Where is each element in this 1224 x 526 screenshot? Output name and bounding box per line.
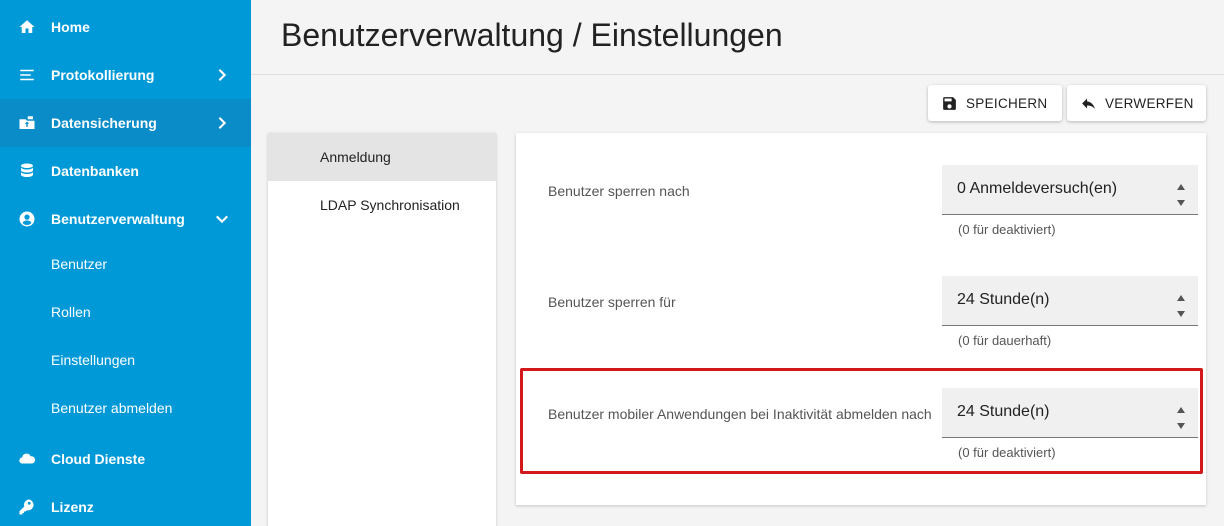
- sidebar-item-label: Einstellungen: [51, 352, 136, 368]
- sidebar-item-label: Protokollierung: [51, 67, 155, 83]
- save-button-label: SPEICHERN: [966, 95, 1048, 111]
- mobile-inactivity-logout-value: 24 Stunde(n): [957, 403, 1050, 420]
- undo-icon: [1079, 94, 1097, 112]
- sidebar-item-label: Datensicherung: [51, 115, 157, 131]
- chevron-down-icon: [214, 211, 230, 227]
- decrement-arrow-icon[interactable]: [1176, 194, 1186, 206]
- sidebar-item-label: Benutzer abmelden: [51, 400, 173, 416]
- increment-arrow-icon[interactable]: [1176, 289, 1186, 301]
- sidebar-item-label: Cloud Dienste: [51, 451, 146, 467]
- lock-duration-label: Benutzer sperren für: [548, 294, 676, 310]
- sidebar-item-label: Benutzer: [51, 256, 108, 272]
- lock-after-stepper[interactable]: 0 Anmeldeversuch(en): [942, 165, 1198, 215]
- mobile-inactivity-logout-hint: (0 für deaktiviert): [958, 445, 1056, 460]
- page-title: Benutzerverwaltung / Einstellungen: [281, 17, 783, 53]
- increment-arrow-icon[interactable]: [1176, 401, 1186, 413]
- sidebar-subitem-benutzer-abmelden[interactable]: Benutzer abmelden: [0, 384, 251, 432]
- sidebar-item-label: Home: [51, 19, 90, 35]
- increment-arrow-icon[interactable]: [1176, 178, 1186, 190]
- lock-after-value: 0 Anmeldeversuch(en): [957, 180, 1118, 197]
- key-icon: [17, 497, 37, 517]
- backup-icon: [17, 113, 37, 133]
- lock-duration-hint: (0 für dauerhaft): [958, 333, 1052, 348]
- database-icon: [17, 161, 37, 181]
- settings-submenu: Anmeldung LDAP Synchronisation: [268, 133, 496, 526]
- sidebar-subitem-benutzer[interactable]: Benutzer: [0, 240, 251, 288]
- user-circle-icon: [17, 209, 37, 229]
- sidebar-item-datensicherung[interactable]: Datensicherung: [0, 99, 251, 147]
- lock-duration-stepper[interactable]: 24 Stunde(n): [942, 276, 1198, 326]
- page-header: Benutzerverwaltung / Einstellungen: [251, 0, 1224, 75]
- mobile-inactivity-logout-label: Benutzer mobiler Anwendungen bei Inaktiv…: [548, 406, 932, 422]
- mobile-inactivity-logout-stepper[interactable]: 24 Stunde(n): [942, 388, 1198, 438]
- sidebar-item-protokollierung[interactable]: Protokollierung: [0, 51, 251, 99]
- sidebar-subitem-einstellungen[interactable]: Einstellungen: [0, 336, 251, 384]
- save-button[interactable]: SPEICHERN: [928, 85, 1062, 121]
- discard-button[interactable]: VERWERFEN: [1067, 85, 1206, 121]
- settings-panel: Benutzer sperren nach 0 Anmeldeversuch(e…: [516, 133, 1206, 505]
- sidebar: Home Protokollierung Datensicherung Date…: [0, 0, 251, 526]
- sidebar-item-benutzerverwaltung[interactable]: Benutzerverwaltung: [0, 195, 251, 243]
- chevron-right-icon: [214, 115, 230, 131]
- sidebar-item-lizenz[interactable]: Lizenz: [0, 483, 251, 526]
- sidebar-item-datenbanken[interactable]: Datenbanken: [0, 147, 251, 195]
- submenu-item-ldap-synchronisation[interactable]: LDAP Synchronisation: [268, 181, 496, 229]
- sidebar-item-label: Benutzerverwaltung: [51, 211, 185, 227]
- chevron-right-icon: [214, 67, 230, 83]
- sidebar-item-cloud-dienste[interactable]: Cloud Dienste: [0, 435, 251, 483]
- submenu-item-label: Anmeldung: [320, 149, 391, 165]
- sidebar-item-label: Datenbanken: [51, 163, 139, 179]
- list-icon: [17, 65, 37, 85]
- floppy-disk-icon: [940, 94, 958, 112]
- sidebar-item-home[interactable]: Home: [0, 3, 251, 51]
- cloud-icon: [17, 449, 37, 469]
- sidebar-subitem-rollen[interactable]: Rollen: [0, 288, 251, 336]
- sidebar-item-label: Rollen: [51, 304, 91, 320]
- lock-duration-value: 24 Stunde(n): [957, 291, 1050, 308]
- submenu-item-label: LDAP Synchronisation: [320, 197, 460, 213]
- submenu-item-anmeldung[interactable]: Anmeldung: [268, 133, 496, 181]
- sidebar-item-label: Lizenz: [51, 499, 94, 515]
- decrement-arrow-icon[interactable]: [1176, 417, 1186, 429]
- home-icon: [17, 17, 37, 37]
- lock-after-label: Benutzer sperren nach: [548, 183, 690, 199]
- decrement-arrow-icon[interactable]: [1176, 305, 1186, 317]
- lock-after-hint: (0 für deaktiviert): [958, 222, 1056, 237]
- discard-button-label: VERWERFEN: [1105, 95, 1194, 111]
